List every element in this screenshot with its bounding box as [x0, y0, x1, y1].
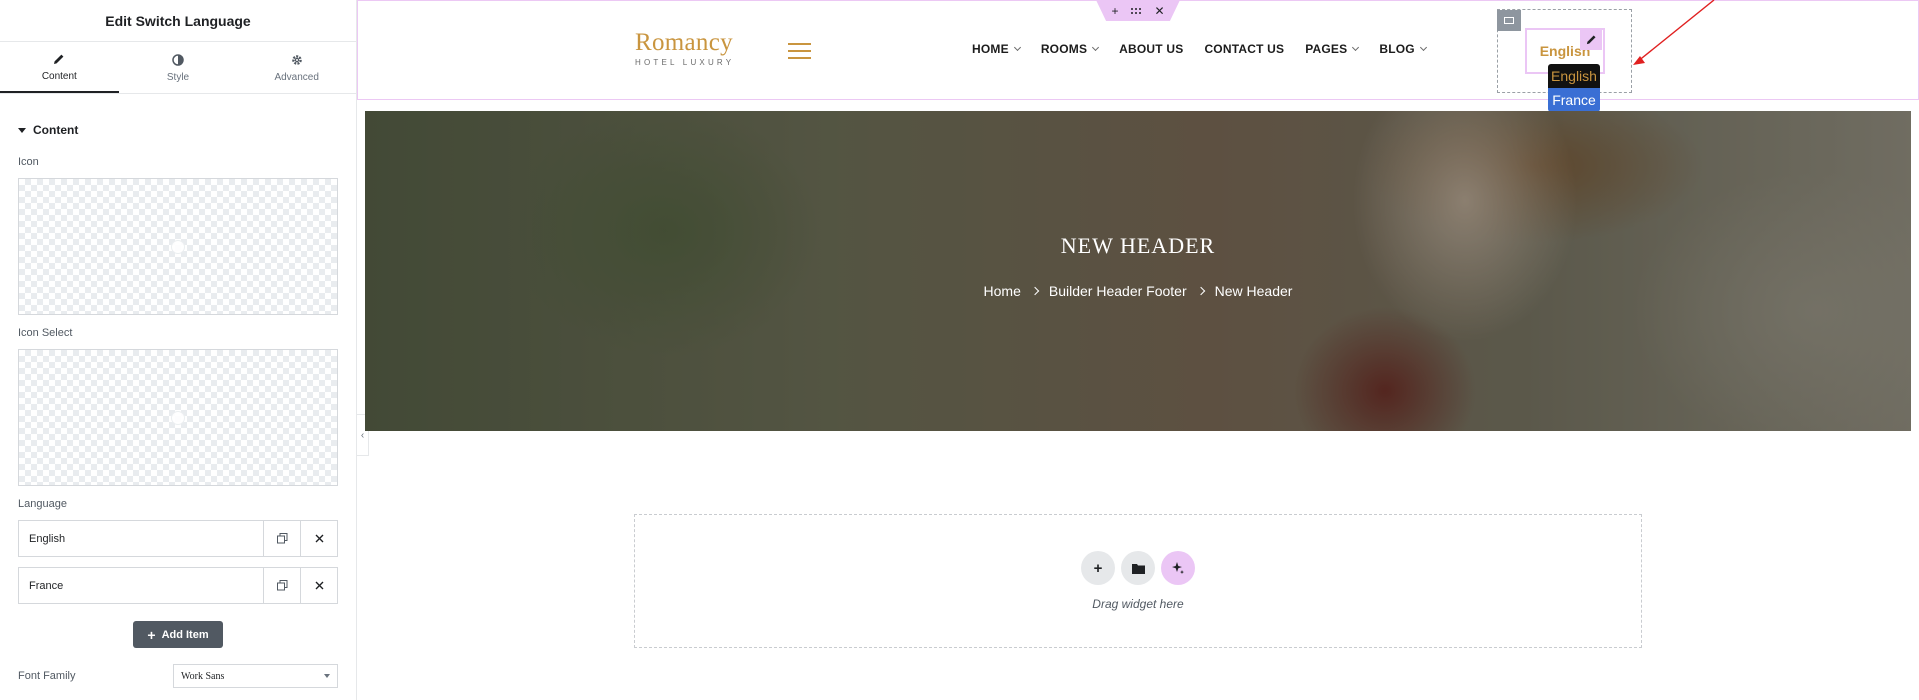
caret-down-icon	[18, 127, 26, 133]
widget-drop-zone[interactable]: + Drag widget here	[634, 514, 1642, 648]
chevron-down-icon	[1092, 43, 1100, 52]
duplicate-icon[interactable]	[263, 568, 300, 603]
breadcrumb-builder[interactable]: Builder Header Footer	[1049, 283, 1187, 299]
add-section-icon[interactable]: +	[1111, 4, 1118, 18]
language-item-france[interactable]: France	[18, 567, 338, 604]
nav-item-contact-us[interactable]: CONTACT US	[1204, 42, 1284, 56]
icon-media-picker[interactable]	[18, 178, 338, 315]
main-nav: HOME ROOMS ABOUT US CONTACT US PAGES BLO…	[972, 42, 1427, 56]
nav-label: HOME	[972, 42, 1009, 56]
chevron-right-icon	[1196, 286, 1205, 296]
logo-tagline: HOTEL LUXURY	[635, 58, 735, 67]
nav-item-pages[interactable]: PAGES	[1305, 42, 1360, 56]
folder-icon	[1131, 563, 1145, 574]
site-logo[interactable]: Romancy HOTEL LUXURY	[635, 29, 735, 68]
plus-icon: +	[1093, 559, 1103, 577]
chevron-down-icon	[1013, 43, 1021, 52]
icon-select-media-picker[interactable]	[18, 349, 338, 486]
hero-banner: NEW HEADER Home Builder Header Footer Ne…	[365, 111, 1911, 431]
section-title-label: Content	[33, 123, 79, 137]
breadcrumb-current: New Header	[1214, 283, 1293, 299]
language-item-english[interactable]: English	[18, 520, 338, 557]
edit-widget-button[interactable]	[1580, 28, 1602, 50]
nav-item-home[interactable]: HOME	[972, 42, 1021, 56]
tab-advanced[interactable]: Advanced	[237, 42, 356, 93]
widget-handle-icon[interactable]	[1497, 10, 1521, 31]
icon-select-label: Icon Select	[18, 327, 73, 339]
font-family-select[interactable]: Work Sans	[173, 664, 338, 688]
tab-label: Content	[41, 70, 77, 82]
hero-title: NEW HEADER	[1060, 233, 1216, 258]
nav-item-blog[interactable]: BLOG	[1379, 42, 1427, 56]
close-section-icon[interactable]: ✕	[1154, 4, 1164, 18]
breadcrumb-home[interactable]: Home	[984, 283, 1021, 299]
close-icon[interactable]	[300, 568, 337, 603]
media-add-icon	[171, 410, 185, 425]
tab-style[interactable]: Style	[119, 42, 238, 93]
duplicate-icon[interactable]	[263, 521, 300, 556]
hamburger-menu-icon[interactable]	[788, 43, 811, 59]
panel-tabs: Content Style Advanced	[0, 42, 356, 94]
half-circle-icon	[171, 53, 185, 67]
nav-item-about-us[interactable]: ABOUT US	[1119, 42, 1183, 56]
tab-label: Advanced	[274, 71, 319, 83]
language-item-label: France	[29, 579, 64, 592]
breadcrumb: Home Builder Header Footer New Header	[365, 283, 1911, 299]
editor-panel: Edit Switch Language Content Style Advan…	[0, 0, 357, 700]
section-toggle-content[interactable]: Content	[0, 108, 356, 152]
nav-label: CONTACT US	[1204, 42, 1285, 56]
panel-title: Edit Switch Language	[0, 0, 356, 42]
nav-label: PAGES	[1305, 42, 1348, 56]
chevron-down-icon	[1352, 43, 1360, 52]
language-label: Language	[18, 498, 67, 510]
font-family-label: Font Family	[18, 670, 76, 682]
nav-label: BLOG	[1379, 42, 1415, 56]
media-add-icon	[171, 239, 185, 254]
drop-zone-text: Drag widget here	[1092, 597, 1184, 611]
language-dropdown: English France	[1548, 64, 1600, 112]
language-option-france[interactable]: France	[1548, 88, 1600, 112]
nav-item-rooms[interactable]: ROOMS	[1040, 42, 1100, 56]
sparkle-icon	[1172, 562, 1184, 574]
gear-icon	[290, 53, 304, 67]
drag-handle-icon[interactable]	[1130, 4, 1142, 18]
drop-zone-buttons: +	[1081, 551, 1195, 585]
section-handle[interactable]: + ✕	[1096, 0, 1180, 21]
language-item-label: English	[29, 532, 66, 545]
nav-label: ROOMS	[1040, 42, 1088, 56]
logo-name: Romancy	[635, 29, 733, 56]
pencil-icon	[1586, 34, 1596, 44]
tab-content[interactable]: Content	[0, 42, 119, 93]
annotation-arrow-icon	[1633, 0, 1715, 65]
add-section-button[interactable]: +	[1081, 551, 1115, 585]
chevron-right-icon	[1030, 286, 1040, 296]
plus-icon: +	[147, 626, 156, 643]
icon-label: Icon	[18, 156, 39, 168]
ai-generate-button[interactable]	[1161, 551, 1195, 585]
nav-label: ABOUT US	[1119, 42, 1184, 56]
font-family-row: Font Family Work Sans	[18, 664, 338, 688]
chevron-left-icon: ‹	[360, 429, 365, 441]
close-icon[interactable]	[300, 521, 337, 556]
language-option-english[interactable]: English	[1548, 64, 1600, 88]
add-item-label: Add Item	[161, 628, 209, 641]
chevron-down-icon	[1419, 43, 1427, 52]
pencil-icon	[52, 52, 66, 66]
add-item-button[interactable]: + Add Item	[133, 621, 223, 648]
template-library-button[interactable]	[1121, 551, 1155, 585]
tab-label: Style	[166, 71, 190, 83]
